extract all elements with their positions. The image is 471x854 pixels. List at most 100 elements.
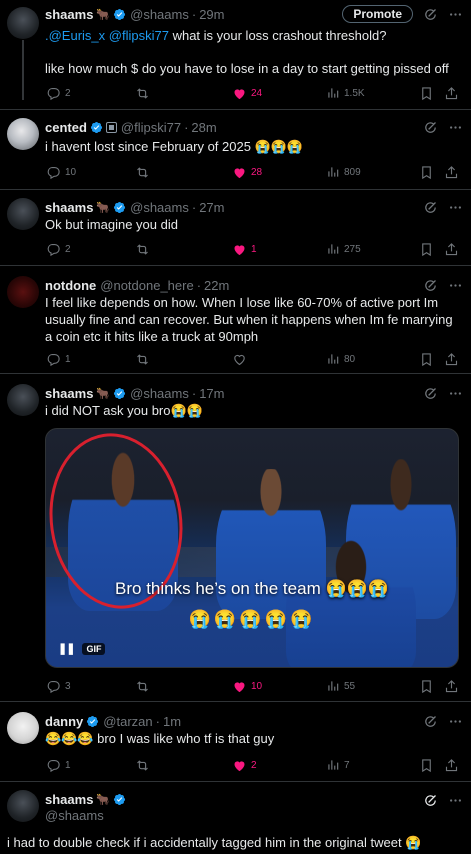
share-icon [444,165,459,180]
bookmark-icon [419,758,434,773]
author-handle[interactable]: @shaams [130,200,189,215]
retweet-button[interactable] [135,165,150,180]
tweet-4[interactable]: notdone @notdone_here · 22m I feel like … [0,266,471,374]
avatar[interactable] [7,790,39,822]
avatar[interactable] [7,7,39,39]
reply-button[interactable]: 1 [46,758,71,773]
bookmark-button[interactable] [419,86,434,101]
tweet-3[interactable]: shaams 🐂 @shaams · 27m Ok but imagine yo… [0,190,471,266]
views-button[interactable]: 275 [326,242,361,256]
bookmark-button[interactable] [419,679,434,694]
more-icon[interactable] [448,7,463,22]
timestamp[interactable]: 1m [163,714,181,729]
grok-icon[interactable] [423,200,438,215]
like-button[interactable]: 28 [232,165,262,180]
reply-icon [46,352,61,367]
grok-icon[interactable] [423,793,438,808]
timestamp[interactable]: 29m [199,7,224,22]
mention-link[interactable]: .@Euris_x [45,28,105,43]
retweet-button[interactable] [135,758,150,773]
views-button[interactable]: 1.5K [326,86,365,100]
author-name[interactable]: shaams [45,200,93,215]
views-button[interactable]: 7 [326,758,350,772]
view-count: 809 [344,166,361,178]
tweet-6[interactable]: danny @tarzan · 1m 😂😂😂 bro I was like wh… [0,702,471,782]
retweet-button[interactable] [135,352,150,367]
like-button[interactable] [232,352,247,367]
author-handle[interactable]: @flipski77 [121,120,181,135]
grok-icon[interactable] [423,120,438,135]
share-button[interactable] [444,165,459,180]
author-handle[interactable]: @shaams [130,386,189,401]
gif-media[interactable]: Bro thinks he’s on the team 😭😭😭 😭😭😭😭😭 ❚❚… [45,428,459,668]
bookmark-button[interactable] [419,352,434,367]
grok-icon[interactable] [423,714,438,729]
retweet-button[interactable] [135,86,150,101]
grok-icon[interactable] [423,278,438,293]
views-button[interactable]: 55 [326,679,355,693]
tweet-2[interactable]: cented @flipski77 · 28m i havent lost si… [0,110,471,190]
verified-icon [113,793,126,806]
retweet-button[interactable] [135,242,150,257]
like-button[interactable]: 10 [232,679,262,694]
tweet-text: Ok but imagine you did [45,217,178,232]
grok-icon[interactable] [423,386,438,401]
tweet-text: i did NOT ask you bro😭😭 [45,403,203,418]
author-name[interactable]: cented [45,120,87,135]
author-handle[interactable]: @shaams [45,808,104,823]
timestamp[interactable]: 28m [191,120,216,135]
reply-button[interactable]: 10 [46,165,76,180]
more-icon[interactable] [448,386,463,401]
pause-icon[interactable]: ❚❚ [58,642,75,655]
avatar[interactable] [7,384,39,416]
promote-button[interactable]: Promote [342,5,413,23]
bookmark-button[interactable] [419,165,434,180]
more-icon[interactable] [448,120,463,135]
share-button[interactable] [444,242,459,257]
mention-link[interactable]: @flipski77 [109,28,169,43]
grok-icon[interactable] [423,7,438,22]
bookmark-button[interactable] [419,758,434,773]
share-button[interactable] [444,86,459,101]
views-button[interactable]: 80 [326,352,355,366]
avatar[interactable] [7,118,39,150]
author-name[interactable]: shaams [45,792,93,807]
heart-icon [232,242,247,257]
author-name[interactable]: notdone [45,278,96,293]
reply-button[interactable]: 3 [46,679,71,694]
avatar[interactable] [7,198,39,230]
avatar[interactable] [7,276,39,308]
share-button[interactable] [444,352,459,367]
retweet-button[interactable] [135,679,150,694]
more-icon[interactable] [448,278,463,293]
more-icon[interactable] [448,714,463,729]
like-button[interactable]: 2 [232,758,257,773]
share-button[interactable] [444,679,459,694]
like-button[interactable]: 1 [232,242,257,257]
share-button[interactable] [444,758,459,773]
author-name[interactable]: shaams [45,386,93,401]
reply-button[interactable]: 2 [46,86,71,101]
author-name[interactable]: danny [45,714,83,729]
separator: · [191,385,197,401]
like-count: 2 [251,759,257,771]
tweet-1[interactable]: shaams 🐂 @shaams · 29m Promote .@Euris_x… [0,0,471,110]
more-icon[interactable] [448,200,463,215]
author-handle[interactable]: @shaams [130,7,189,22]
bookmark-button[interactable] [419,242,434,257]
author-handle[interactable]: @tarzan [103,714,152,729]
reply-count: 10 [65,166,77,178]
views-button[interactable]: 809 [326,165,361,179]
avatar[interactable] [7,712,39,744]
author-handle[interactable]: @notdone_here [100,278,193,293]
reply-button[interactable]: 2 [46,242,71,257]
reply-button[interactable]: 1 [46,352,71,367]
like-button[interactable]: 24 [232,86,262,101]
reply-icon [46,86,61,101]
timestamp[interactable]: 17m [199,386,224,401]
timestamp[interactable]: 27m [199,200,224,215]
author-name[interactable]: shaams [45,7,93,22]
more-icon[interactable] [448,793,463,808]
timestamp[interactable]: 22m [204,278,229,293]
verified-icon [113,8,126,21]
